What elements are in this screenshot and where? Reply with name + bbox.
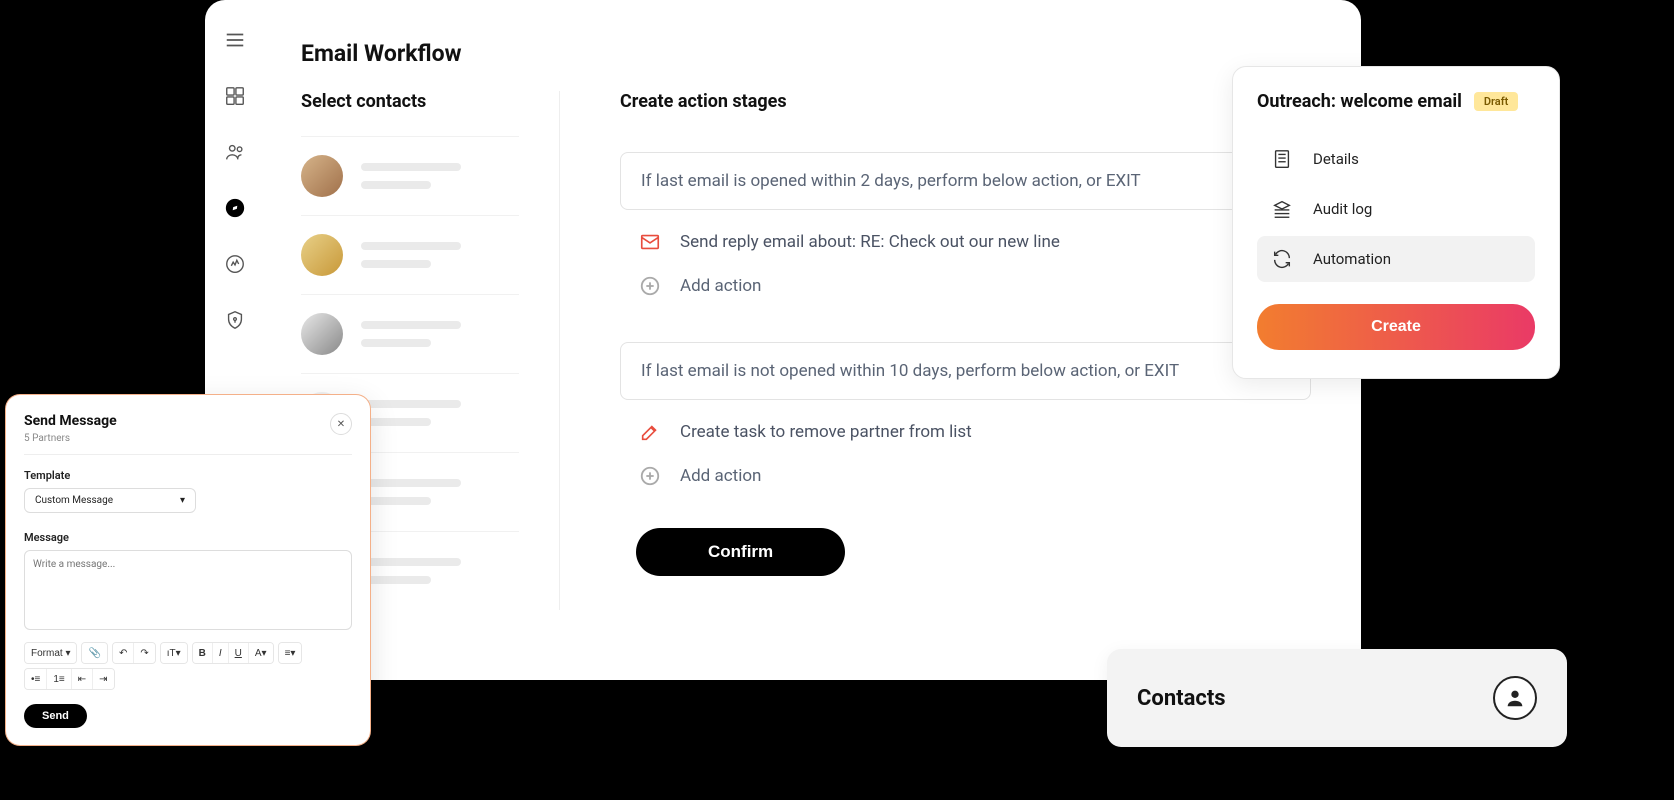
add-action-row[interactable]: Add action (620, 262, 1311, 298)
avatar (301, 234, 343, 276)
user-avatar-icon[interactable] (1493, 676, 1537, 720)
nav-item-details[interactable]: Details (1257, 136, 1535, 182)
attach-icon[interactable]: 📎 (82, 643, 106, 663)
add-action-row[interactable]: Add action (620, 452, 1311, 488)
contact-row[interactable] (301, 215, 519, 294)
align-icon[interactable]: ≡▾ (279, 643, 302, 663)
status-badge: Draft (1474, 92, 1518, 111)
contact-row[interactable] (301, 136, 519, 215)
send-message-title: Send Message (24, 413, 117, 429)
indent-icon[interactable]: ⇥ (93, 669, 113, 689)
activity-icon[interactable] (223, 252, 247, 276)
menu-icon[interactable] (223, 28, 247, 52)
stack-icon (1271, 198, 1293, 220)
avatar (301, 155, 343, 197)
avatar (301, 313, 343, 355)
create-stages-title: Create action stages (620, 91, 1311, 112)
add-action-label: Add action (680, 466, 761, 486)
outdent-icon[interactable]: ⇤ (72, 669, 93, 689)
bold-icon[interactable]: B (193, 643, 213, 663)
plus-circle-icon (638, 274, 662, 298)
template-select[interactable]: Custom Message ▾ (24, 488, 196, 513)
people-icon[interactable] (223, 140, 247, 164)
send-button[interactable]: Send (24, 704, 87, 728)
mail-icon (638, 230, 662, 254)
text-size-icon[interactable]: ıT▾ (161, 643, 187, 663)
main-app-window: Email Workflow Select contacts Create ac… (205, 0, 1361, 680)
divider (24, 454, 352, 455)
contacts-title: Contacts (1137, 686, 1226, 711)
page-title: Email Workflow (301, 40, 1311, 67)
outreach-panel: Outreach: welcome email Draft Details Au… (1232, 66, 1560, 379)
action-row[interactable]: Create task to remove partner from list (620, 408, 1311, 444)
document-icon (1271, 148, 1293, 170)
action-label: Create task to remove partner from list (680, 422, 972, 442)
undo-icon[interactable]: ↶ (113, 643, 134, 663)
message-label: Message (24, 531, 352, 544)
underline-icon[interactable]: U (229, 643, 249, 663)
create-button[interactable]: Create (1257, 304, 1535, 350)
confirm-button[interactable]: Confirm (636, 528, 845, 576)
nav-item-automation[interactable]: Automation (1257, 236, 1535, 282)
refresh-icon (1271, 248, 1293, 270)
send-message-subtitle: 5 Partners (24, 433, 117, 444)
close-icon[interactable]: ✕ (330, 413, 352, 435)
plus-circle-icon (638, 464, 662, 488)
action-label: Send reply email about: RE: Check out ou… (680, 232, 1060, 252)
outreach-title: Outreach: welcome email (1257, 91, 1462, 112)
add-action-label: Add action (680, 276, 761, 296)
number-list-icon[interactable]: 1≡ (47, 669, 71, 689)
select-contacts-title: Select contacts (301, 91, 519, 112)
italic-icon[interactable]: I (213, 643, 229, 663)
format-dropdown[interactable]: Format ▾ (25, 643, 76, 663)
contact-row[interactable] (301, 294, 519, 373)
stages-column: Create action stages If last email is op… (560, 91, 1311, 610)
template-value: Custom Message (35, 495, 113, 506)
nav-label: Details (1313, 150, 1359, 168)
condition-box[interactable]: If last email is opened within 2 days, p… (620, 152, 1311, 210)
shield-icon[interactable] (223, 308, 247, 332)
action-row[interactable]: Send reply email about: RE: Check out ou… (620, 218, 1311, 254)
editor-toolbar: Format ▾ 📎 ↶↷ ıT▾ BIUA▾ ≡▾ •≡1≡⇤⇥ (24, 642, 352, 690)
chevron-down-icon: ▾ (180, 495, 185, 506)
send-message-popup: Send Message 5 Partners ✕ Template Custo… (6, 395, 370, 745)
message-textarea[interactable] (24, 550, 352, 630)
text-color-icon[interactable]: A▾ (249, 643, 273, 663)
compass-icon[interactable] (223, 196, 247, 220)
redo-icon[interactable]: ↷ (134, 643, 154, 663)
nav-label: Audit log (1313, 200, 1372, 218)
dashboard-icon[interactable] (223, 84, 247, 108)
app-body: Email Workflow Select contacts Create ac… (265, 0, 1361, 680)
contacts-bar[interactable]: Contacts (1107, 649, 1567, 747)
bullet-list-icon[interactable]: •≡ (25, 669, 47, 689)
template-label: Template (24, 469, 352, 482)
edit-icon (638, 420, 662, 444)
condition-box[interactable]: If last email is not opened within 10 da… (620, 342, 1311, 400)
nav-label: Automation (1313, 250, 1391, 268)
nav-item-audit-log[interactable]: Audit log (1257, 186, 1535, 232)
